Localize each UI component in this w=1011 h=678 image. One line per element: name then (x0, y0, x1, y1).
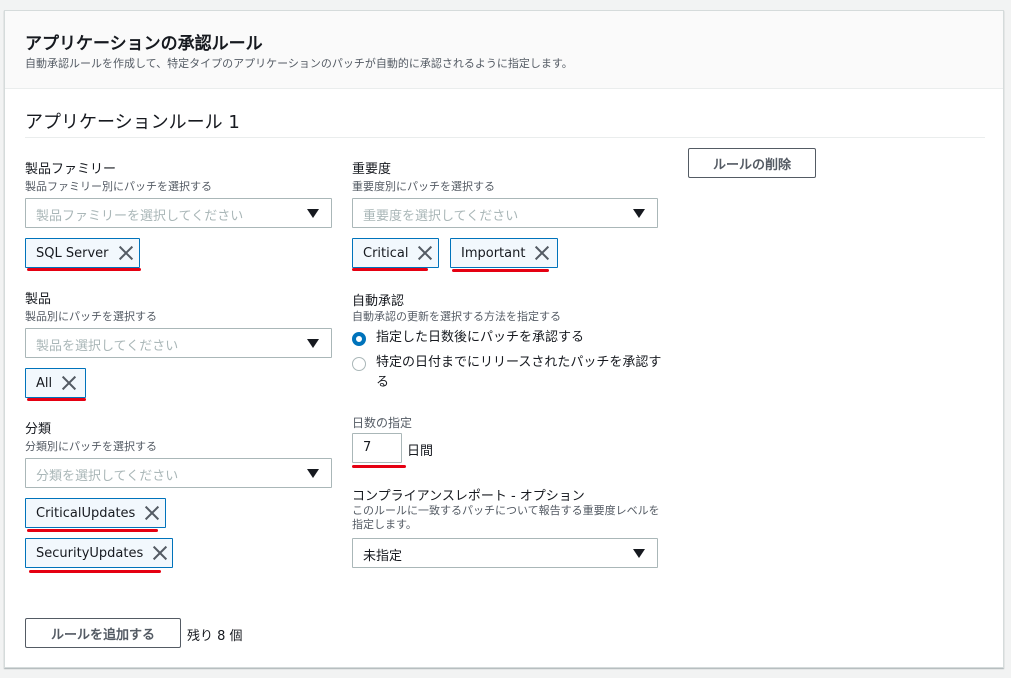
classification-placeholder: 分類を選択してください (36, 469, 179, 484)
annotation-underline (352, 465, 406, 468)
radio-approve-by-date-label[interactable]: 特定の日付までにリリースされたパッチを承認する (376, 353, 662, 393)
compliance-select[interactable]: 未指定 (352, 538, 658, 568)
caret-down-icon (633, 209, 645, 218)
severity-select[interactable]: 重要度を選択してください (352, 198, 658, 228)
annotation-underline (29, 570, 161, 573)
product-family-placeholder: 製品ファミリーを選択してください (36, 209, 244, 224)
token-label: All (36, 375, 53, 391)
classification-label: 分類 (25, 422, 52, 437)
auto-approval-description: 自動承認の更新を選択する方法を指定する (352, 310, 561, 323)
severity-placeholder: 重要度を選択してください (363, 209, 519, 224)
caret-down-icon (307, 339, 319, 348)
caret-down-icon (307, 209, 319, 218)
close-icon[interactable] (145, 506, 155, 520)
days-unit: 日間 (407, 444, 434, 459)
annotation-underline (27, 398, 86, 401)
classification-select[interactable]: 分類を選択してください (25, 458, 332, 488)
severity-label: 重要度 (352, 162, 392, 177)
token-sql-server: SQL Server (25, 238, 140, 268)
caret-down-icon (633, 549, 645, 558)
token-security-updates: SecurityUpdates (25, 538, 173, 568)
panel-title: アプリケーションの承認ルール (25, 34, 263, 54)
radio-approve-after-days[interactable] (352, 332, 366, 346)
add-rule-button[interactable]: ルールを追加する (25, 618, 181, 648)
compliance-value: 未指定 (363, 549, 403, 564)
divider (25, 137, 985, 138)
panel-description: 自動承認ルールを作成して、特定タイプのアプリケーションのパッチが自動的に承認され… (25, 57, 573, 70)
days-input[interactable]: 7 (352, 433, 402, 463)
compliance-label: コンプライアンスレポート - オプション (352, 489, 585, 504)
remaining-count: 残り 8 個 (187, 629, 243, 644)
token-label: Critical (363, 245, 409, 261)
token-label: Important (461, 245, 526, 261)
product-label: 製品 (25, 292, 52, 307)
token-all: All (25, 368, 86, 398)
radio-approve-by-date[interactable] (352, 357, 366, 371)
severity-description: 重要度別にパッチを選択する (352, 180, 495, 193)
product-family-label: 製品ファミリー (25, 162, 117, 177)
delete-rule-button[interactable]: ルールの削除 (688, 148, 816, 178)
token-important: Important (450, 238, 558, 268)
days-label: 日数の指定 (352, 416, 413, 430)
classification-description: 分類別にパッチを選択する (25, 440, 157, 453)
panel-header: アプリケーションの承認ルール 自動承認ルールを作成して、特定タイプのアプリケーシ… (5, 11, 1003, 89)
annotation-underline (27, 268, 141, 271)
token-label: SecurityUpdates (36, 545, 144, 561)
close-icon[interactable] (535, 246, 547, 260)
radio-approve-after-days-label[interactable]: 指定した日数後にパッチを承認する (376, 328, 666, 348)
product-placeholder: 製品を選択してください (36, 339, 179, 354)
close-icon[interactable] (119, 246, 130, 260)
product-select[interactable]: 製品を選択してください (25, 328, 332, 358)
product-description: 製品別にパッチを選択する (25, 310, 157, 323)
compliance-description: このルールに一致するパッチについて報告する重要度レベルを指定します。 (352, 504, 660, 531)
close-icon[interactable] (418, 246, 428, 260)
product-family-description: 製品ファミリー別にパッチを選択する (25, 180, 212, 193)
annotation-underline (352, 268, 428, 271)
rule-title: アプリケーションルール 1 (25, 112, 240, 133)
token-critical: Critical (352, 238, 439, 268)
product-family-select[interactable]: 製品ファミリーを選択してください (25, 198, 332, 228)
close-icon[interactable] (153, 546, 162, 560)
annotation-underline (452, 269, 549, 272)
caret-down-icon (307, 469, 319, 478)
token-label: SQL Server (36, 245, 109, 261)
auto-approval-label: 自動承認 (352, 294, 405, 309)
close-icon[interactable] (62, 376, 75, 390)
token-critical-updates: CriticalUpdates (25, 498, 166, 528)
token-label: CriticalUpdates (36, 505, 136, 521)
annotation-underline (27, 529, 158, 532)
approval-rules-panel: アプリケーションの承認ルール 自動承認ルールを作成して、特定タイプのアプリケーシ… (4, 10, 1004, 668)
